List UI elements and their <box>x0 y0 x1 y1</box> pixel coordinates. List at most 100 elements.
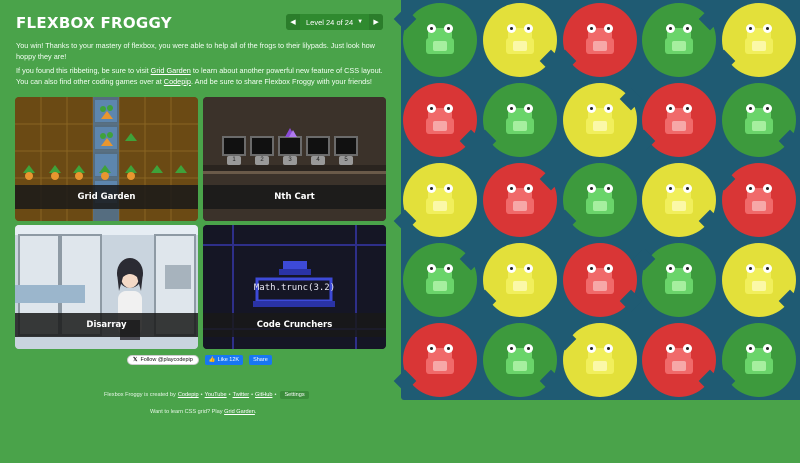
frog-pupil <box>669 347 673 350</box>
frog-red <box>423 344 457 374</box>
frog-pupil <box>447 187 450 190</box>
code-crunchers-card[interactable]: Math.trunc(3.2) Code Crunchers <box>203 225 386 349</box>
frog-red <box>583 264 617 294</box>
frog-eye <box>603 104 613 113</box>
facebook-like-button[interactable]: 👍 Like 12K <box>204 355 244 365</box>
frog-pupil <box>526 27 530 30</box>
level-navigation: ◀ Level 24 of 24 ▼ ▶ <box>286 14 384 30</box>
cart-number-1: 1 <box>232 157 236 163</box>
footer-twitter-link[interactable]: Twitter <box>233 392 249 398</box>
frog-pupil <box>589 27 593 30</box>
frog-yellow <box>662 184 696 214</box>
frog-green <box>662 264 696 294</box>
next-level-button[interactable]: ▶ <box>369 14 384 30</box>
frog-pupil <box>589 187 593 190</box>
frog-red <box>583 24 617 54</box>
nth-cart-card[interactable]: 1 2 3 4 5 Nth Cart <box>203 97 386 221</box>
lilypad-notch <box>553 209 576 233</box>
frog-red <box>662 104 696 134</box>
lilypad-notch <box>473 129 497 153</box>
left-panel: FLEXBOX FROGGY ◀ Level 24 of 24 ▼ ▶ You … <box>0 0 400 463</box>
grid-prompt-end: . <box>254 409 257 415</box>
frog-eye <box>444 264 453 273</box>
frog-pupil <box>766 107 770 110</box>
frog-eye <box>506 24 516 33</box>
frog-eye <box>603 184 613 193</box>
frog-pupil <box>589 107 593 110</box>
frog-pupil <box>430 27 433 30</box>
lilypad-notch <box>539 167 563 191</box>
lilypad-notch <box>778 289 800 313</box>
frog-eye <box>427 344 436 353</box>
footer-codepip-link[interactable]: Codepip <box>178 392 199 398</box>
footer-separator: • <box>274 392 277 398</box>
lilypad-notch <box>619 87 642 111</box>
frog-eye <box>603 344 613 353</box>
frog-pupil <box>749 187 753 190</box>
frog-belly <box>433 361 447 371</box>
frog-belly <box>752 361 767 371</box>
frog-pupil <box>526 107 530 110</box>
frog-pupil <box>526 347 530 350</box>
twitter-follow-button[interactable]: 𝕏 Follow @playcodepip <box>127 355 199 365</box>
frog-pupil <box>447 267 450 270</box>
frog-pupil <box>749 107 753 110</box>
footer-separator: • <box>228 392 231 398</box>
frog-eye <box>444 344 453 353</box>
lilypad-notch <box>633 247 656 271</box>
promo-message: If you found this ribbeting, be sure to … <box>16 66 388 87</box>
win-message: You win! Thanks to your mastery of flexb… <box>16 41 375 61</box>
frog-eye <box>586 264 596 273</box>
lilypad-notch <box>459 247 483 271</box>
grid-garden-card[interactable]: Grid Garden <box>15 97 198 221</box>
frog-belly <box>672 41 687 51</box>
codepip-link[interactable]: Codepip <box>164 77 191 86</box>
code-crunchers-label: Code Crunchers <box>203 313 386 337</box>
frog-pupil <box>686 187 690 190</box>
previous-level-button[interactable]: ◀ <box>286 14 300 30</box>
frog-eye <box>444 104 453 113</box>
frog-red <box>742 184 776 214</box>
frog-pupil <box>430 267 433 270</box>
grid-garden-link[interactable]: Grid Garden <box>151 66 191 75</box>
frog-belly <box>512 361 527 371</box>
frog-pupil <box>749 27 753 30</box>
frog-belly <box>592 41 607 51</box>
frog-red <box>662 344 696 374</box>
lilypad-notch <box>539 369 563 393</box>
frog-eye <box>683 184 693 193</box>
frog-yellow <box>503 264 537 294</box>
frog-belly <box>433 41 447 51</box>
footer-youtube-link[interactable]: YouTube <box>205 392 227 398</box>
code-expression: Math.trunc(3.2) <box>253 283 336 293</box>
facebook-share-button[interactable]: Share <box>249 355 272 365</box>
frog-pupil <box>509 107 513 110</box>
frog-pupil <box>669 267 673 270</box>
triangle-left-icon: ◀ <box>290 19 296 26</box>
frog-pupil <box>589 267 593 270</box>
frog-eye <box>506 184 516 193</box>
frog-eye <box>444 184 453 193</box>
lilypad-notch <box>619 289 642 313</box>
frog-pupil <box>669 107 673 110</box>
footer-credits: Flexbox Froggy is created by Codepip • Y… <box>104 391 309 399</box>
lilypad-notch <box>633 129 656 153</box>
frog-eye <box>586 344 596 353</box>
frog-pupil <box>669 187 673 190</box>
frog-belly <box>752 281 767 291</box>
frog-green <box>662 24 696 54</box>
level-indicator[interactable]: Level 24 of 24 ▼ <box>300 18 369 27</box>
settings-button[interactable]: Settings <box>280 391 309 399</box>
frog-yellow <box>583 104 617 134</box>
frog-green <box>583 184 617 214</box>
footer-github-link[interactable]: GitHub <box>255 392 272 398</box>
frog-belly <box>433 121 447 131</box>
footer-grid-garden-link[interactable]: Grid Garden <box>224 409 255 415</box>
frog-pupil <box>509 27 513 30</box>
disarray-card[interactable]: Disarray <box>15 225 198 349</box>
frog-belly <box>672 281 687 291</box>
frog-belly <box>512 281 527 291</box>
frog-eye <box>586 184 596 193</box>
frog-eye <box>506 344 516 353</box>
frog-green <box>503 344 537 374</box>
